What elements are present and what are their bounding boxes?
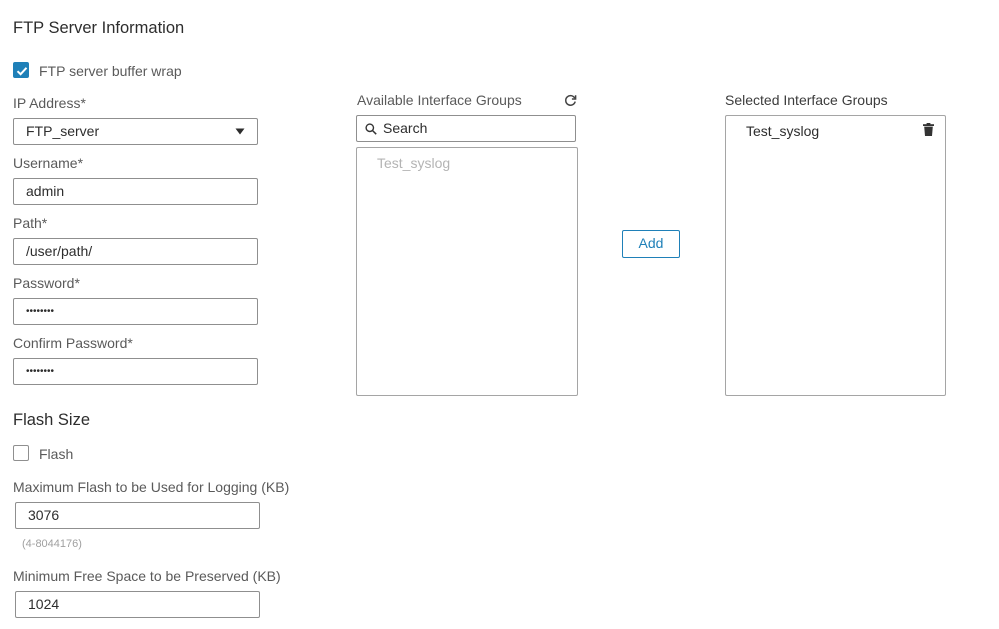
search-icon (365, 123, 377, 135)
username-value: admin (26, 183, 65, 199)
path-label: Path* (13, 215, 48, 231)
available-groups-title: Available Interface Groups (357, 92, 522, 108)
confirm-password-value: •••••••• (26, 366, 55, 377)
ftp-buffer-wrap-label: FTP server buffer wrap (39, 63, 182, 79)
search-placeholder: Search (383, 120, 428, 136)
flash-section-title: Flash Size (13, 411, 91, 429)
min-free-label: Minimum Free Space to be Preserved (KB) (13, 568, 281, 584)
ip-address-select[interactable]: FTP_server (13, 118, 258, 145)
selected-groups-list[interactable]: Test_syslog (725, 115, 946, 396)
selected-group-item[interactable]: Test_syslog (746, 123, 819, 139)
confirm-password-input[interactable]: •••••••• (13, 358, 258, 385)
ip-address-label: IP Address* (13, 95, 86, 111)
max-flash-range-hint: (4-8044176) (22, 538, 82, 550)
caret-down-icon (235, 128, 245, 135)
password-value: •••••••• (26, 306, 55, 317)
max-flash-input[interactable]: 3076 (15, 502, 260, 529)
confirm-password-label: Confirm Password* (13, 335, 133, 351)
ftp-buffer-wrap-checkbox[interactable] (13, 62, 29, 78)
username-label: Username* (13, 155, 84, 171)
min-free-input[interactable]: 1024 (15, 591, 260, 618)
password-label: Password* (13, 275, 80, 291)
search-input[interactable]: Search (356, 115, 576, 142)
flash-checkbox[interactable] (13, 445, 29, 461)
min-free-value: 1024 (28, 596, 60, 612)
add-button[interactable]: Add (622, 230, 680, 258)
password-input[interactable]: •••••••• (13, 298, 258, 325)
checkmark-icon (16, 67, 28, 76)
path-input[interactable]: /user/path/ (13, 238, 258, 265)
available-group-item[interactable]: Test_syslog (377, 155, 450, 171)
available-groups-list[interactable]: Test_syslog (356, 147, 578, 396)
max-flash-label: Maximum Flash to be Used for Logging (KB… (13, 479, 290, 495)
refresh-icon[interactable] (564, 94, 577, 107)
max-flash-value: 3076 (28, 507, 60, 523)
ip-address-value: FTP_server (26, 123, 100, 139)
path-value: /user/path/ (26, 243, 93, 259)
trash-icon[interactable] (923, 123, 934, 136)
flash-checkbox-label: Flash (39, 446, 74, 462)
selected-groups-title: Selected Interface Groups (725, 92, 888, 108)
username-input[interactable]: admin (13, 178, 258, 205)
ftp-section-title: FTP Server Information (13, 19, 185, 37)
